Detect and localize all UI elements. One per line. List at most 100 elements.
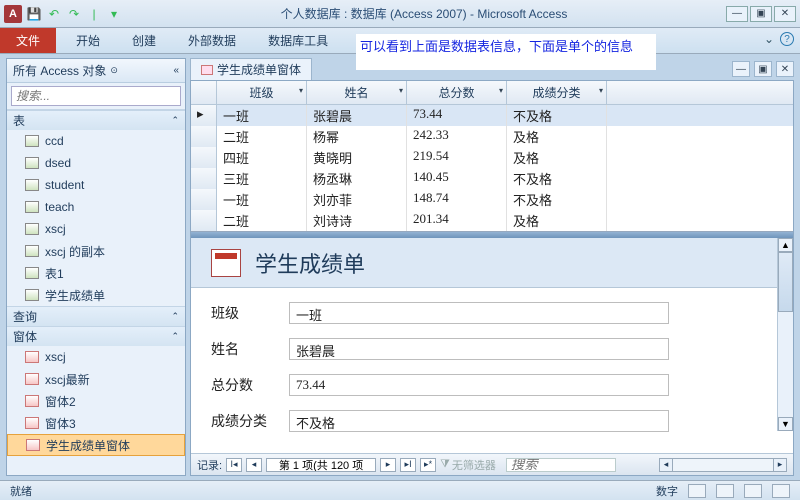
prev-record-button[interactable]: ◂ (246, 458, 262, 472)
table-row[interactable]: 二班刘诗诗201.34及格 (191, 210, 793, 231)
cell[interactable]: 140.45 (407, 168, 507, 189)
record-position-input[interactable] (266, 458, 376, 472)
tab-dbtools[interactable]: 数据库工具 (252, 28, 344, 53)
view-datasheet-button[interactable] (716, 484, 734, 498)
doc-minimize-button[interactable]: — (732, 61, 750, 77)
row-selector[interactable]: ▸ (191, 105, 217, 126)
view-design-button[interactable] (772, 484, 790, 498)
tab-file[interactable]: 文件 (0, 28, 56, 53)
row-selector[interactable] (191, 210, 217, 231)
cell[interactable]: 二班 (217, 126, 307, 147)
view-layout-button[interactable] (744, 484, 762, 498)
nav-item-table[interactable]: dsed (7, 152, 185, 174)
cell[interactable]: 杨幂 (307, 126, 407, 147)
last-record-button[interactable]: ▸I (400, 458, 416, 472)
table-row[interactable]: 一班刘亦菲148.74不及格 (191, 189, 793, 210)
tab-external[interactable]: 外部数据 (172, 28, 252, 53)
cell[interactable]: 张碧晨 (307, 105, 407, 126)
minimize-button[interactable]: — (726, 6, 748, 22)
record-search-input[interactable] (506, 458, 616, 472)
cell[interactable]: 三班 (217, 168, 307, 189)
cell[interactable]: 148.74 (407, 189, 507, 210)
cell[interactable]: 201.34 (407, 210, 507, 231)
table-row[interactable]: 三班杨丞琳140.45不及格 (191, 168, 793, 189)
cell[interactable]: 73.44 (407, 105, 507, 126)
cell[interactable]: 四班 (217, 147, 307, 168)
close-button[interactable]: ✕ (774, 6, 796, 22)
ribbon-collapse-icon[interactable]: ⌄ (764, 32, 774, 46)
next-record-button[interactable]: ▸ (380, 458, 396, 472)
vertical-scrollbar[interactable]: ▲ ▼ (777, 238, 793, 431)
table-row[interactable]: ▸一班张碧晨73.44不及格 (191, 105, 793, 126)
cell[interactable]: 二班 (217, 210, 307, 231)
navgroup-tables-header[interactable]: 表 ⌃ (7, 110, 185, 130)
field-value[interactable]: 73.44 (289, 374, 669, 396)
save-icon[interactable]: 💾 (26, 6, 42, 22)
doc-tab-active[interactable]: 学生成绩单窗体 (190, 58, 312, 80)
cell[interactable]: 杨丞琳 (307, 168, 407, 189)
dropdown-icon[interactable]: ⊙ (110, 65, 118, 76)
scroll-right-icon[interactable]: ▸ (773, 458, 787, 472)
row-selector[interactable] (191, 126, 217, 147)
column-header[interactable]: 姓名▾ (307, 81, 407, 104)
nav-item-form[interactable]: 窗体2 (7, 390, 185, 412)
maximize-button[interactable]: ▣ (750, 6, 772, 22)
redo-icon[interactable]: ↷ (66, 6, 82, 22)
doc-close-button[interactable]: ✕ (776, 61, 794, 77)
nav-item-form[interactable]: 学生成绩单窗体 (7, 434, 185, 456)
nav-item-table[interactable]: student (7, 174, 185, 196)
navgroup-queries-header[interactable]: 查询 ⌃ (7, 306, 185, 326)
nav-item-table[interactable]: 表1 (7, 262, 185, 284)
cell[interactable]: 不及格 (507, 168, 607, 189)
column-header[interactable]: 成绩分类▾ (507, 81, 607, 104)
cell[interactable]: 不及格 (507, 189, 607, 210)
column-header[interactable]: 总分数▾ (407, 81, 507, 104)
doc-restore-button[interactable]: ▣ (754, 61, 772, 77)
new-record-button[interactable]: ▸* (420, 458, 436, 472)
row-selector[interactable] (191, 189, 217, 210)
cell[interactable]: 一班 (217, 189, 307, 210)
row-selector-header[interactable] (191, 81, 217, 104)
cell[interactable]: 不及格 (507, 105, 607, 126)
scroll-down-icon[interactable]: ▼ (778, 417, 793, 431)
cell[interactable]: 及格 (507, 210, 607, 231)
navgroup-forms-header[interactable]: 窗体 ⌃ (7, 326, 185, 346)
nav-item-form[interactable]: xscj最新 (7, 368, 185, 390)
nav-item-table[interactable]: xscj (7, 218, 185, 240)
nav-item-table[interactable]: 学生成绩单 (7, 284, 185, 306)
view-form-button[interactable] (688, 484, 706, 498)
navpane-header[interactable]: 所有 Access 对象 ⊙ « (7, 59, 185, 83)
navpane-search-input[interactable] (11, 86, 181, 106)
first-record-button[interactable]: I◂ (226, 458, 242, 472)
field-value[interactable]: 张碧晨 (289, 338, 669, 360)
navpane-collapse-icon[interactable]: « (173, 65, 179, 76)
nav-item-table[interactable]: ccd (7, 130, 185, 152)
field-value[interactable]: 不及格 (289, 410, 669, 432)
cell[interactable]: 219.54 (407, 147, 507, 168)
cell[interactable]: 及格 (507, 147, 607, 168)
cell[interactable]: 及格 (507, 126, 607, 147)
cell[interactable]: 刘诗诗 (307, 210, 407, 231)
nav-item-table[interactable]: xscj 的副本 (7, 240, 185, 262)
undo-icon[interactable]: ↶ (46, 6, 62, 22)
help-icon[interactable]: ? (780, 32, 794, 46)
row-selector[interactable] (191, 147, 217, 168)
nav-item-table[interactable]: teach (7, 196, 185, 218)
scroll-left-icon[interactable]: ◂ (659, 458, 673, 472)
qat-more-icon[interactable]: ▾ (106, 6, 122, 22)
nav-item-form[interactable]: 窗体3 (7, 412, 185, 434)
tab-home[interactable]: 开始 (60, 28, 116, 53)
cell[interactable]: 刘亦菲 (307, 189, 407, 210)
tab-create[interactable]: 创建 (116, 28, 172, 53)
access-app-icon[interactable]: A (4, 5, 22, 23)
scroll-thumb[interactable] (778, 252, 793, 312)
table-row[interactable]: 二班杨幂242.33及格 (191, 126, 793, 147)
cell[interactable]: 一班 (217, 105, 307, 126)
row-selector[interactable] (191, 168, 217, 189)
scroll-up-icon[interactable]: ▲ (778, 238, 793, 252)
field-value[interactable]: 一班 (289, 302, 669, 324)
cell[interactable]: 242.33 (407, 126, 507, 147)
cell[interactable]: 黄晓明 (307, 147, 407, 168)
table-row[interactable]: 四班黄晓明219.54及格 (191, 147, 793, 168)
column-header[interactable]: 班级▾ (217, 81, 307, 104)
